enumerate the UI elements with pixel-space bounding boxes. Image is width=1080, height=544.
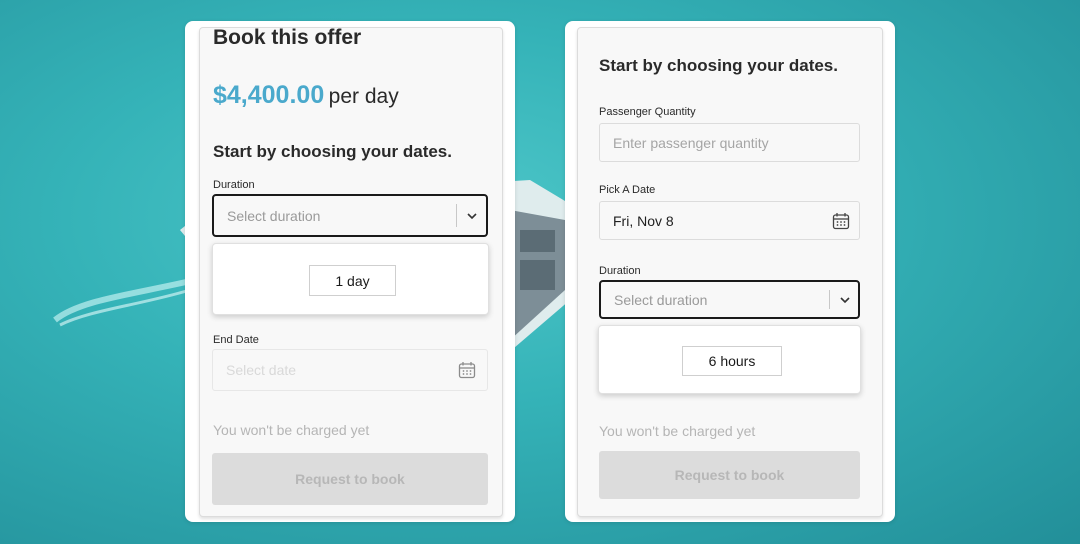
calendar-icon[interactable] <box>832 212 850 230</box>
price-amount: $4,400.00 <box>213 81 325 109</box>
price-row: $4,400.00 per day <box>213 81 399 110</box>
price-unit: per day <box>328 85 399 108</box>
charge-note: You won't be charged yet <box>213 422 370 438</box>
end-date-label: End Date <box>213 334 259 346</box>
booking-card-right: Start by choosing your dates. Passenger … <box>565 21 895 522</box>
duration-placeholder: Select duration <box>614 291 708 308</box>
select-divider <box>829 290 830 309</box>
select-divider <box>456 204 457 227</box>
section-heading: Start by choosing your dates. <box>213 142 452 161</box>
duration-placeholder: Select duration <box>227 207 321 224</box>
section-heading: Start by choosing your dates. <box>599 56 838 75</box>
card-title: Book this offer <box>213 26 362 49</box>
request-to-book-button[interactable]: Request to book <box>599 451 860 499</box>
duration-select[interactable]: Select duration <box>212 194 488 237</box>
duration-option[interactable]: 1 day <box>309 265 396 296</box>
chevron-down-icon[interactable] <box>838 293 852 307</box>
charge-note: You won't be charged yet <box>599 423 756 439</box>
date-label: Pick A Date <box>599 184 656 196</box>
date-value: Fri, Nov 8 <box>613 212 674 229</box>
duration-option[interactable]: 6 hours <box>682 346 782 376</box>
passenger-placeholder: Enter passenger quantity <box>613 134 769 151</box>
passenger-label: Passenger Quantity <box>599 106 696 118</box>
duration-label: Duration <box>599 265 641 277</box>
duration-dropdown: 6 hours <box>598 325 861 394</box>
request-to-book-button[interactable]: Request to book <box>212 453 488 505</box>
booking-panel: Start by choosing your dates. Passenger … <box>577 27 883 517</box>
date-picker-field[interactable]: Fri, Nov 8 <box>599 201 860 240</box>
booking-card-left: Book this offer $4,400.00 per day Start … <box>185 21 515 522</box>
end-date-field[interactable]: Select date <box>212 349 488 391</box>
end-date-placeholder: Select date <box>226 362 297 378</box>
passenger-quantity-input[interactable]: Enter passenger quantity <box>599 123 860 162</box>
duration-select[interactable]: Select duration <box>599 280 860 319</box>
duration-label: Duration <box>213 179 255 191</box>
chevron-down-icon[interactable] <box>465 209 479 223</box>
duration-dropdown: 1 day <box>212 243 489 315</box>
calendar-icon[interactable] <box>458 361 476 379</box>
